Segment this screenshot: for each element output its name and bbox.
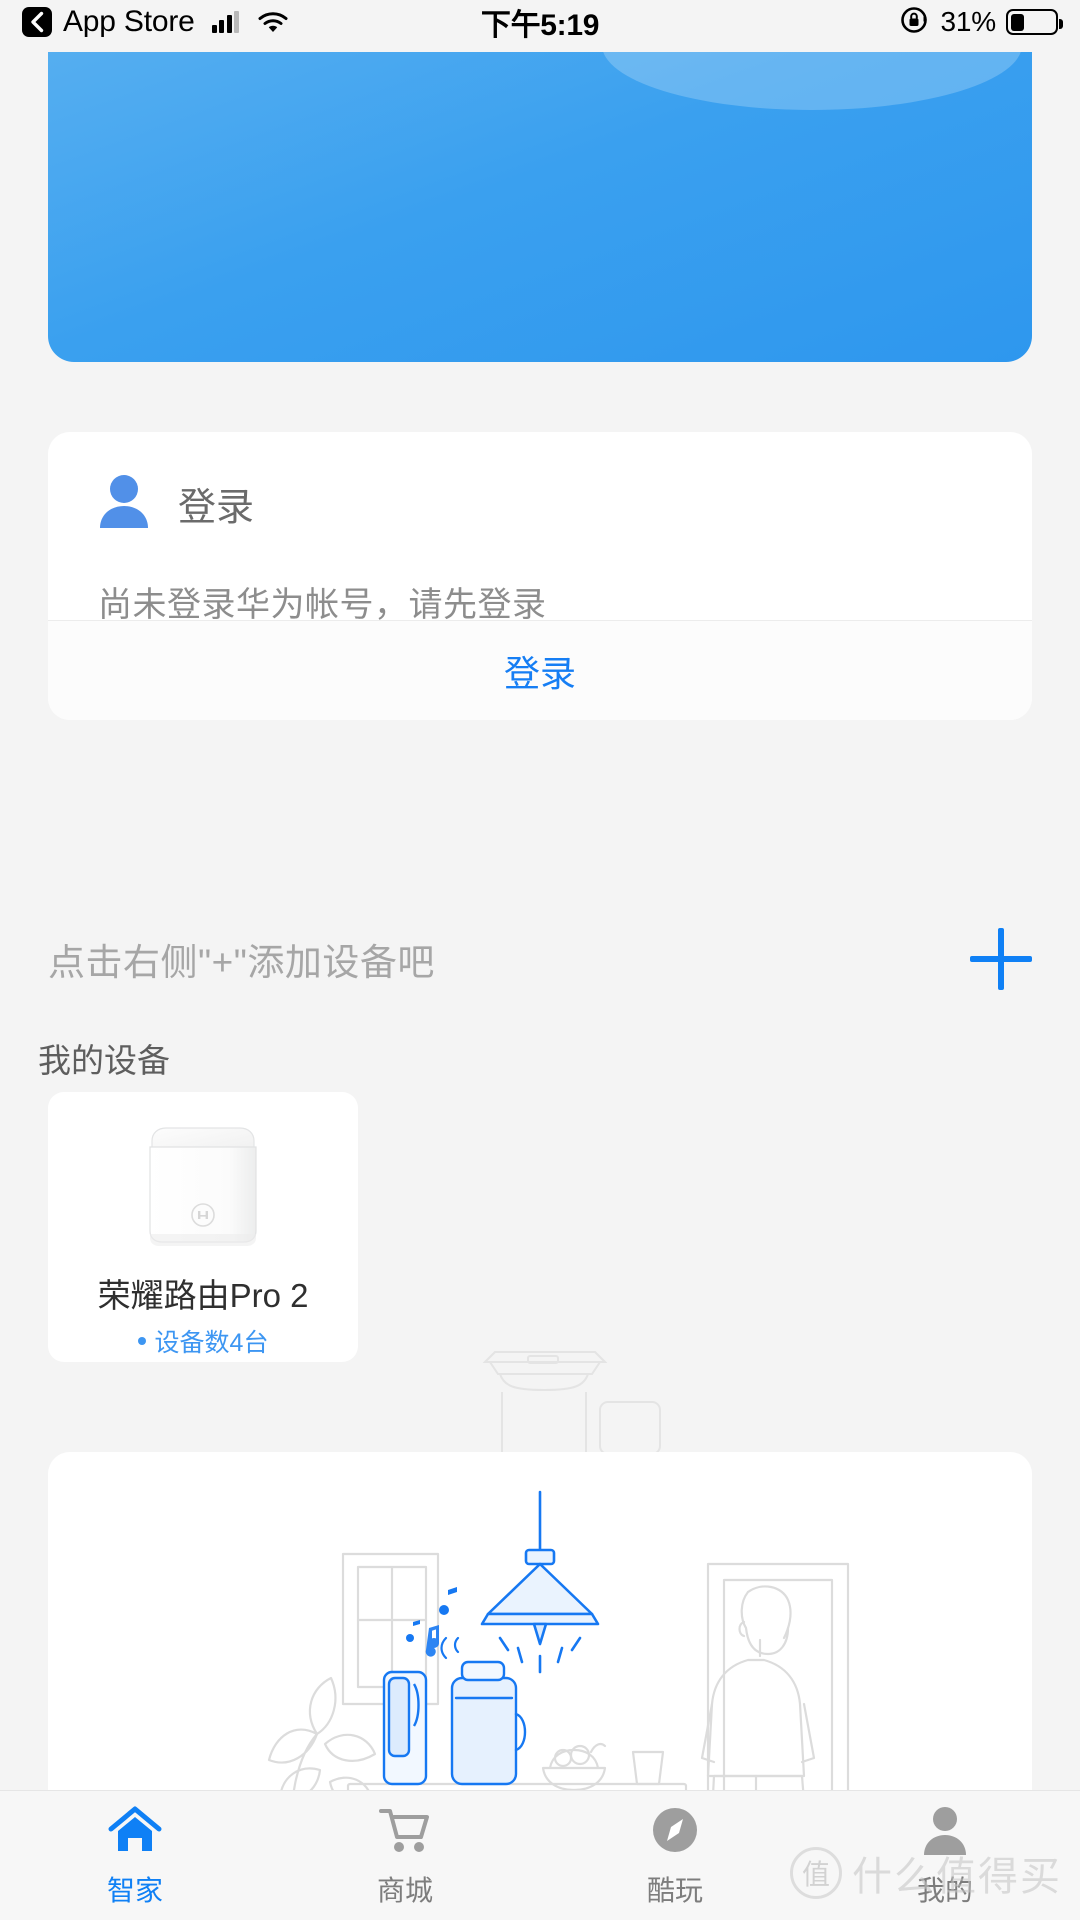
rotation-lock-icon (899, 4, 931, 41)
device-name: 荣耀路由Pro 2 (97, 1277, 309, 1314)
tab-mall[interactable]: 商城 (270, 1805, 540, 1909)
tab-cool-play[interactable]: 酷玩 (540, 1805, 810, 1909)
my-devices-section-title: 我的设备 (38, 1042, 170, 1079)
login-card: 登录 尚未登录华为帐号，请先登录 登录 (48, 432, 1032, 720)
router-icon (128, 1114, 278, 1259)
device-card[interactable]: 荣耀路由Pro 2 设备数4台 (48, 1092, 358, 1362)
cart-icon (377, 1805, 433, 1860)
device-status-label: 设备数4台 (154, 1329, 269, 1357)
tab-cool-play-label: 酷玩 (646, 1875, 703, 1906)
add-device-row: 点击右侧"+"添加设备吧 (0, 904, 1080, 1014)
tab-smart-home-label: 智家 (106, 1875, 163, 1906)
smart-home-scene-illustration (48, 1452, 1032, 1834)
tab-smart-home[interactable]: 智家 (0, 1805, 270, 1909)
promo-banner[interactable] (48, 52, 1032, 362)
device-status: 设备数4台 (137, 1323, 269, 1359)
carrier-label: App Store (63, 5, 195, 38)
tab-mine[interactable]: 我的 (810, 1805, 1080, 1909)
banner-highlight-ellipse (602, 52, 1022, 110)
login-button-container: 登录 (48, 620, 1032, 720)
status-dot-icon (137, 1337, 146, 1345)
login-card-description: 尚未登录华为帐号，请先登录 (98, 586, 547, 624)
cellular-signal-icon (211, 11, 240, 33)
battery-icon (1006, 9, 1063, 35)
battery-percent-label: 31% (940, 6, 997, 37)
login-button[interactable]: 登录 (504, 645, 576, 697)
login-card-title: 登录 (178, 487, 255, 529)
plus-icon[interactable] (970, 928, 1032, 990)
tab-mine-label: 我的 (916, 1875, 973, 1906)
app-content: 登录 尚未登录华为帐号，请先登录 登录 点击右侧"+"添加设备吧 我的设备 荣耀… (0, 44, 1080, 1834)
login-card-header: 登录 (48, 432, 1032, 533)
status-bar: App Store 下午5:19 31% (0, 0, 1080, 44)
person-icon (98, 474, 150, 533)
back-chevron-icon[interactable] (22, 7, 52, 37)
person-icon (917, 1805, 973, 1860)
home-icon (107, 1805, 163, 1860)
compass-icon (647, 1805, 703, 1860)
add-device-hint: 点击右侧"+"添加设备吧 (48, 942, 435, 983)
status-bar-left: App Store (22, 5, 288, 39)
wifi-icon (258, 11, 288, 33)
status-bar-right: 31% (899, 4, 1063, 41)
bottom-tab-bar: 智家 商城 酷玩 我的 (0, 1790, 1080, 1920)
tab-mall-label: 商城 (376, 1875, 433, 1906)
